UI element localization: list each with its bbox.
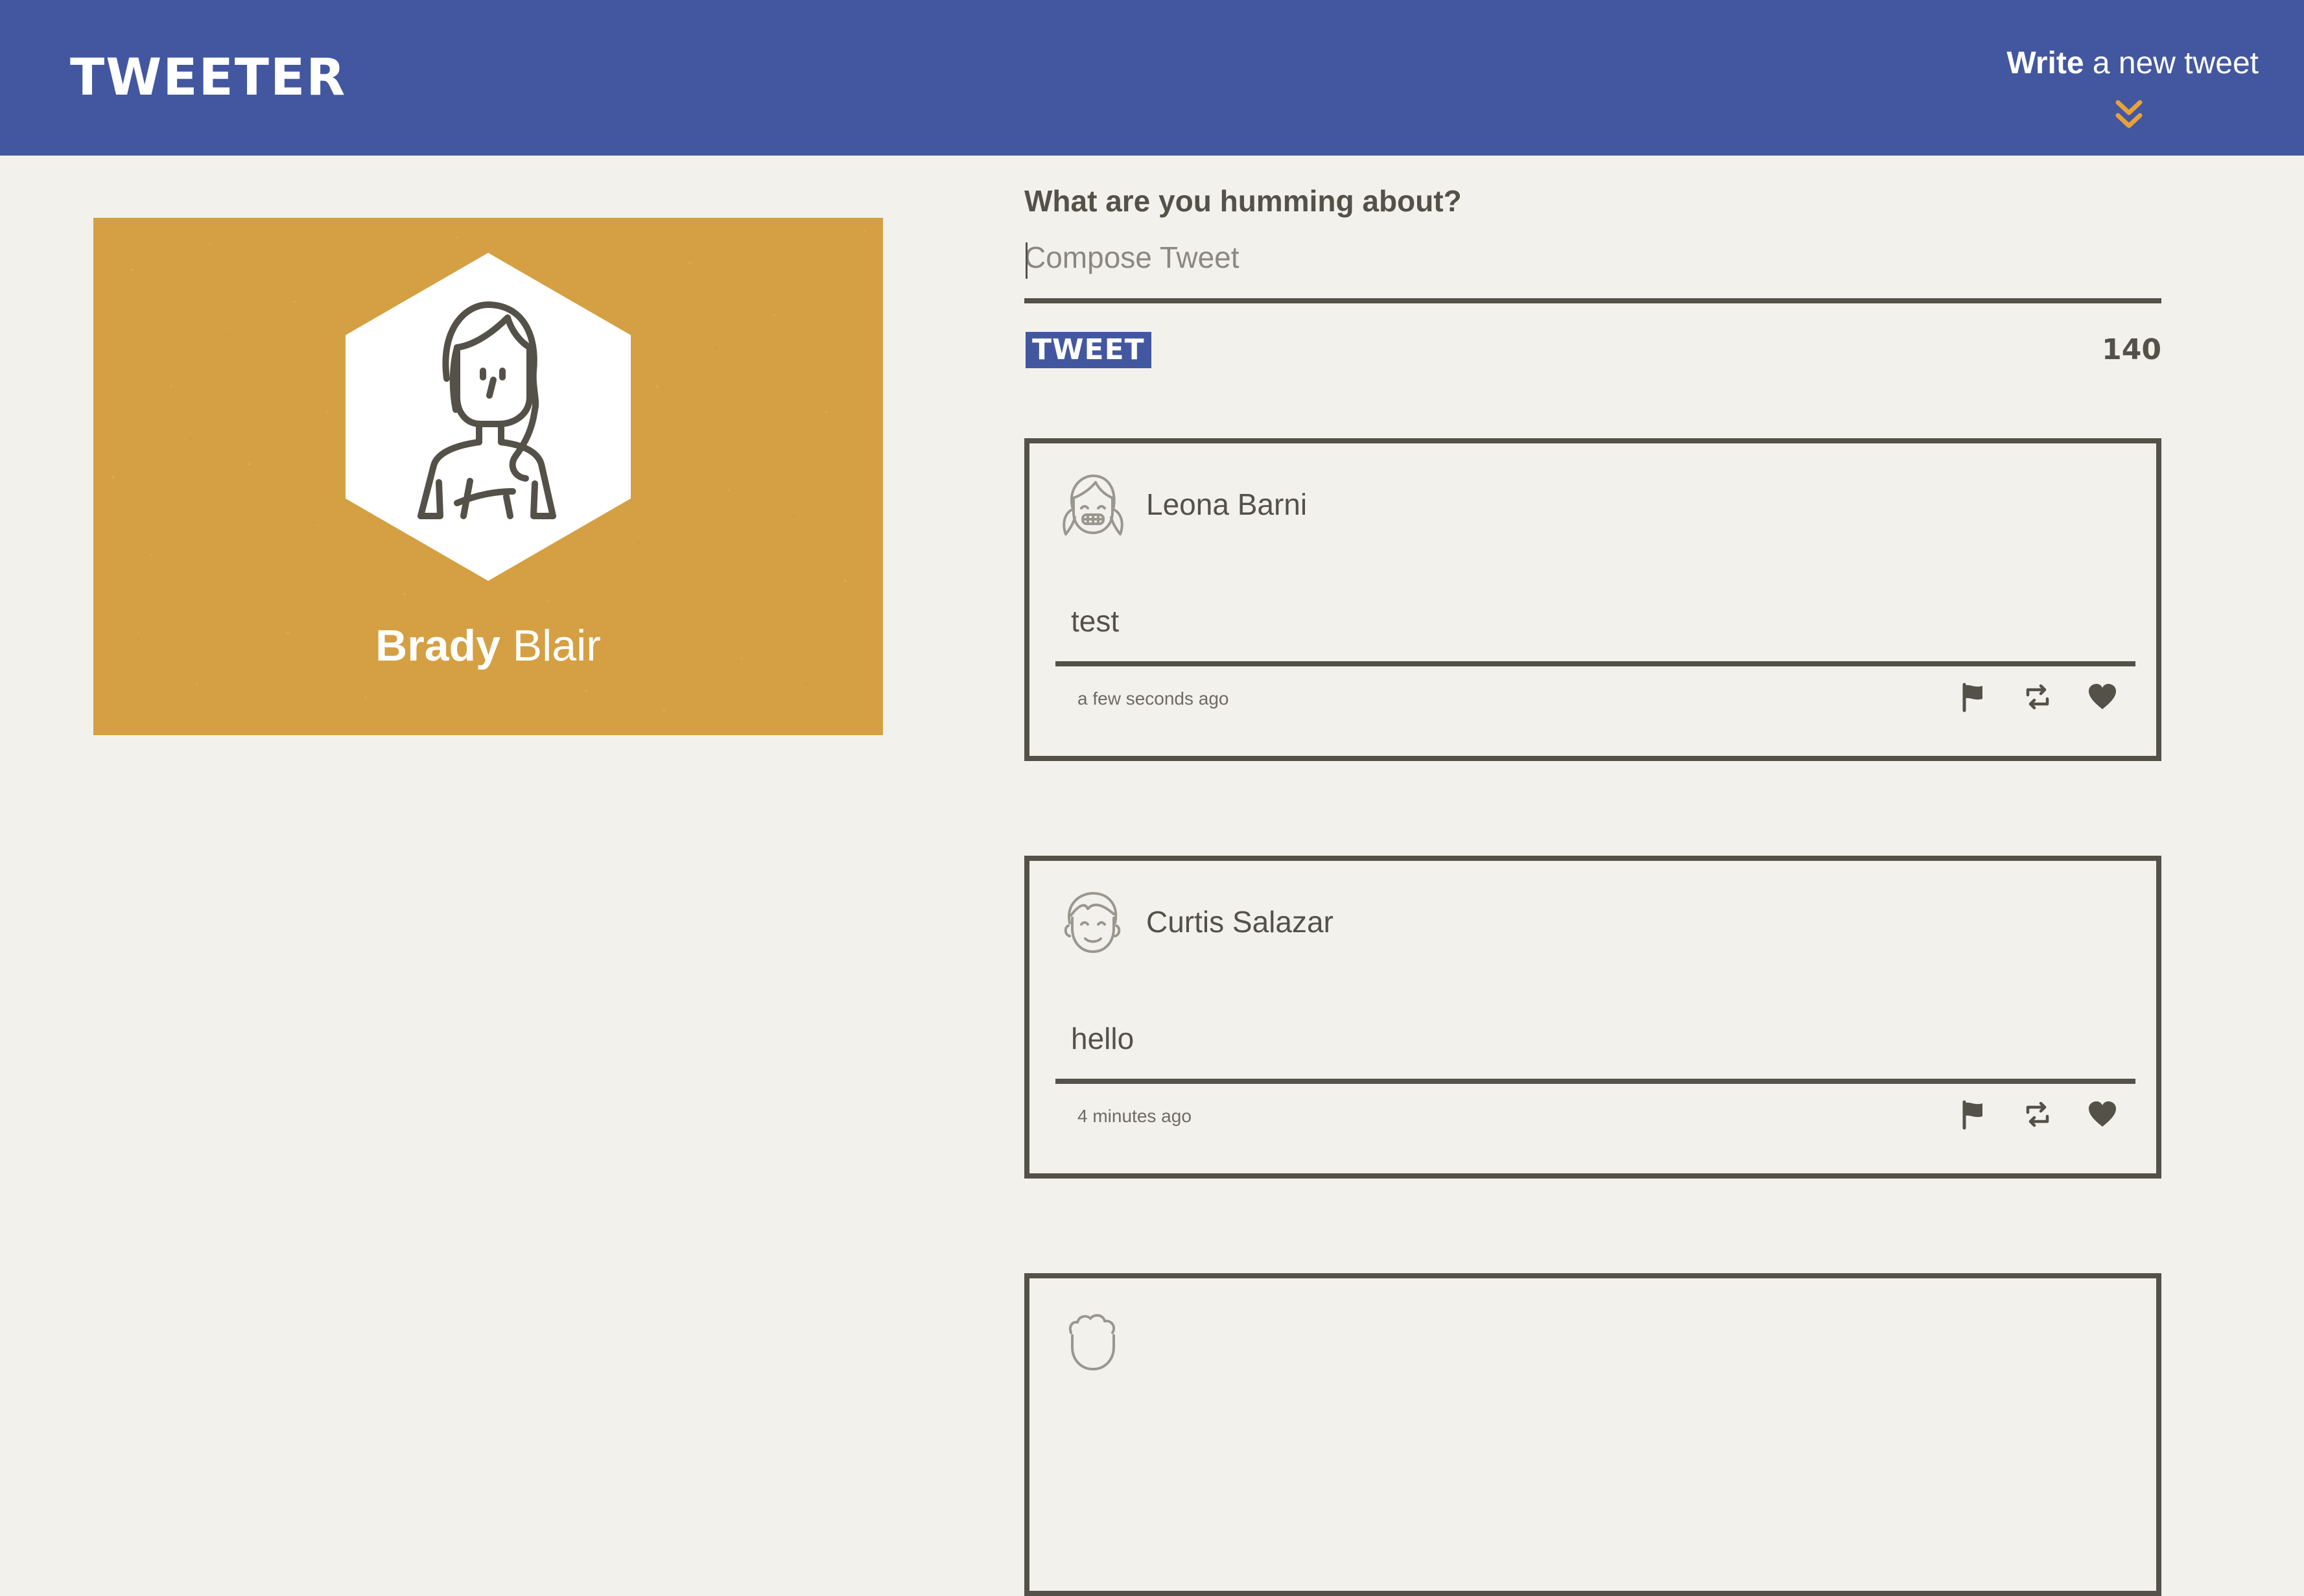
heart-icon xyxy=(2089,1101,2116,1127)
tweet-username[interactable]: Leona Barni xyxy=(1146,485,1307,524)
heart-icon xyxy=(2089,684,2116,709)
flag-button[interactable] xyxy=(1957,1098,1989,1131)
profile-name: Brady Blair xyxy=(93,620,883,672)
boy-avatar-icon xyxy=(1064,892,1121,953)
profile-last-name: Blair xyxy=(500,621,601,670)
double-chevron-down-icon[interactable] xyxy=(2113,99,2145,130)
compose-prompt: What are you humming about? xyxy=(1024,184,1462,218)
like-button[interactable] xyxy=(2086,681,2119,713)
logo[interactable]: TWEETER xyxy=(70,45,346,110)
tweet-timestamp: a few seconds ago xyxy=(1077,688,1229,709)
tweet-text: test xyxy=(1071,604,1120,638)
girl-pigtails-avatar-icon xyxy=(1063,475,1123,535)
retweet-icon xyxy=(2026,684,2049,710)
tweet-card: Curtis Salazar hello 4 minutes ago xyxy=(1024,856,2161,1179)
woman-avatar-icon[interactable] xyxy=(343,250,633,583)
tweet-text: hello xyxy=(1071,1022,1134,1055)
profile-first-name: Brady xyxy=(375,621,500,670)
flag-icon xyxy=(1962,683,1982,712)
write-label-bold: Write xyxy=(2006,46,2084,80)
write-new-tweet-toggle[interactable]: Write a new tweet xyxy=(1999,43,2259,134)
profile-card: Brady Blair xyxy=(93,218,883,735)
retweet-button[interactable] xyxy=(2021,1098,2054,1131)
retweet-icon xyxy=(2026,1101,2049,1127)
compose-tweet-input[interactable] xyxy=(1024,236,2161,303)
retweet-button[interactable] xyxy=(2021,681,2054,713)
tweet-card xyxy=(1024,1273,2161,1596)
flag-icon xyxy=(1962,1100,1982,1130)
top-nav: TWEETER Write a new tweet xyxy=(0,0,2304,156)
flag-button[interactable] xyxy=(1957,681,1989,713)
tweet-username[interactable]: Curtis Salazar xyxy=(1146,902,1334,941)
tweet-button[interactable]: TWEET xyxy=(1026,332,1151,368)
tweet-divider xyxy=(1055,1079,2135,1084)
tweet-divider xyxy=(1055,661,2135,666)
write-label-rest: a new tweet xyxy=(2084,46,2259,80)
write-new-tweet-label[interactable]: Write a new tweet xyxy=(2006,43,2259,84)
like-button[interactable] xyxy=(2086,1098,2119,1131)
curly-hair-avatar-icon xyxy=(1069,1314,1116,1370)
character-counter: 140 xyxy=(2102,333,2161,366)
tweet-card: Leona Barni test a few seconds ago xyxy=(1024,438,2161,761)
tweet-timestamp: 4 minutes ago xyxy=(1077,1106,1192,1126)
text-caret xyxy=(1026,242,1028,279)
